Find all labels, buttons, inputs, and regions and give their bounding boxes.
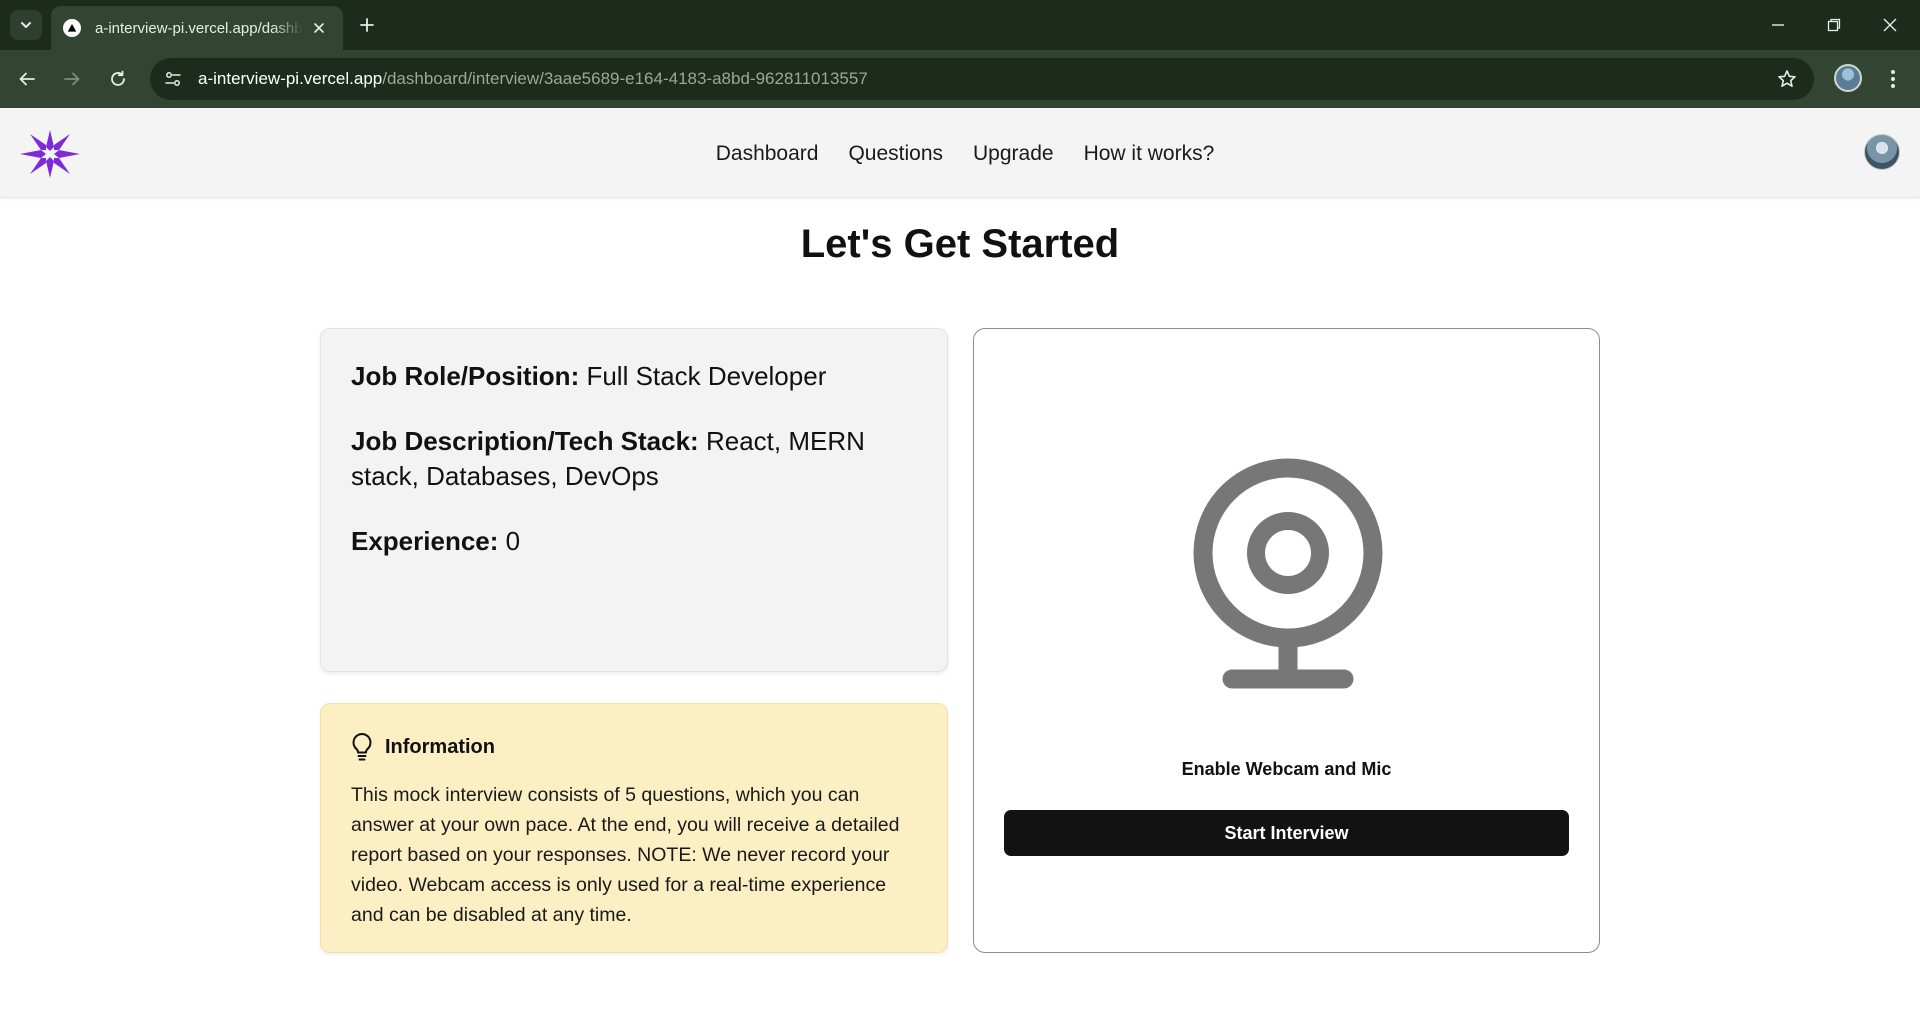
nav-questions[interactable]: Questions [848, 142, 943, 166]
vercel-favicon-icon [63, 19, 81, 37]
bookmark-button[interactable] [1774, 66, 1800, 92]
webcam-icon[interactable] [1192, 457, 1384, 689]
new-tab-button[interactable] [354, 12, 380, 38]
browser-tab-bar: a-interview-pi.vercel.app/dashboard/inte… [0, 0, 1920, 50]
star-icon [1778, 70, 1796, 87]
back-button[interactable] [12, 64, 42, 94]
tab-title: a-interview-pi.vercel.app/dashboard/inte… [95, 19, 303, 37]
experience-value: 0 [505, 526, 521, 556]
browser-toolbar: a-interview-pi.vercel.app/dashboard/inte… [0, 50, 1920, 108]
tune-icon [165, 72, 181, 86]
start-interview-button[interactable]: Start Interview [1004, 810, 1569, 856]
address-bar[interactable]: a-interview-pi.vercel.app/dashboard/inte… [150, 58, 1814, 100]
nav-dashboard[interactable]: Dashboard [716, 142, 819, 166]
site-info-button[interactable] [156, 62, 190, 96]
page-title: Let's Get Started [800, 222, 1120, 266]
information-header: Information [351, 732, 917, 762]
restore-icon [1827, 18, 1841, 32]
reload-icon [111, 70, 125, 86]
job-description-label: Job Description/Tech Stack: [351, 426, 699, 456]
job-role-row: Job Role/Position: Full Stack Developer [351, 359, 917, 394]
job-details-card: Job Role/Position: Full Stack Developer … [320, 328, 948, 672]
main-nav: Dashboard Questions Upgrade How it works… [0, 142, 1920, 166]
browser-tab-active[interactable]: a-interview-pi.vercel.app/dashboard/inte… [51, 6, 343, 50]
experience-label: Experience: [351, 526, 499, 556]
minimize-icon [1772, 24, 1784, 26]
minimize-button[interactable] [1750, 0, 1806, 50]
tab-close-icon[interactable] [309, 18, 329, 38]
arrow-left-icon [19, 72, 35, 86]
more-vertical-icon [1891, 70, 1895, 88]
reload-button[interactable] [103, 64, 133, 94]
forward-button[interactable] [57, 64, 87, 94]
arrow-right-icon [64, 72, 80, 86]
close-window-button[interactable] [1862, 0, 1918, 50]
information-title: Information [385, 735, 495, 758]
tab-search-button[interactable] [10, 10, 42, 40]
information-text: This mock interview consists of 5 questi… [351, 784, 900, 926]
user-avatar[interactable] [1864, 134, 1900, 170]
plus-icon [360, 18, 374, 32]
restore-button[interactable] [1806, 0, 1862, 50]
experience-row: Experience: 0 [351, 524, 917, 559]
app-header: Dashboard Questions Upgrade How it works… [0, 108, 1920, 198]
url-path: /dashboard/interview/3aae5689-e164-4183-… [382, 69, 868, 88]
nav-how-it-works[interactable]: How it works? [1084, 142, 1215, 166]
job-role-value: Full Stack Developer [586, 361, 827, 391]
browser-profile-avatar[interactable] [1834, 64, 1862, 92]
webcam-card: Enable Webcam and Mic Start Interview [973, 328, 1600, 953]
chevron-down-icon [21, 22, 31, 28]
url-host: a-interview-pi.vercel.app [198, 69, 383, 88]
browser-menu-button[interactable] [1878, 64, 1908, 94]
lightbulb-icon [352, 732, 372, 761]
job-description-row: Job Description/Tech Stack: React, MERN … [351, 424, 917, 494]
webcam-label: Enable Webcam and Mic [1181, 759, 1392, 779]
nav-upgrade[interactable]: Upgrade [973, 142, 1054, 166]
job-role-label: Job Role/Position: [351, 361, 580, 391]
url-text: a-interview-pi.vercel.app/dashboard/inte… [198, 69, 868, 89]
information-card: Information This mock interview consists… [320, 703, 948, 953]
close-icon [1883, 18, 1897, 32]
